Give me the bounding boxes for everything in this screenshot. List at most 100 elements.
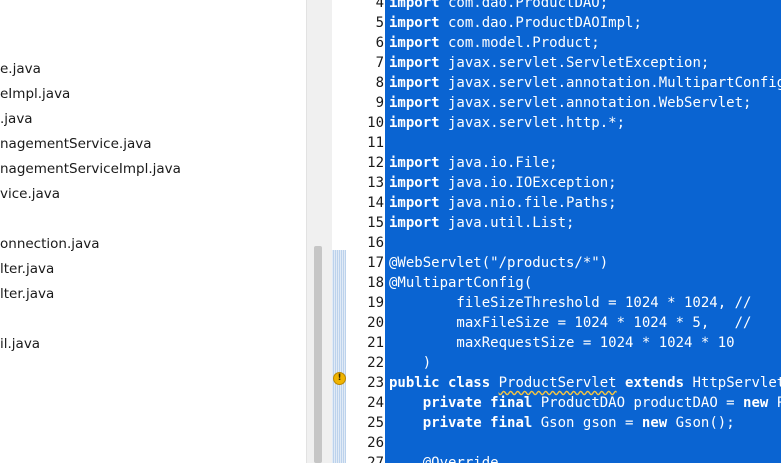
tree-item[interactable]: e.java — [0, 58, 41, 80]
tree-item[interactable]: .java — [0, 108, 33, 130]
code-text: com.dao.ProductDAOImpl; — [439, 15, 642, 31]
line-number: 11 — [367, 135, 384, 151]
code-line: private final ProductDAO productDAO = ne… — [389, 393, 781, 413]
keyword: new — [743, 395, 769, 411]
keyword: import — [389, 15, 440, 31]
scrollbar-thumb[interactable] — [314, 246, 322, 463]
line-number: 10 — [367, 115, 384, 131]
keyword: private — [422, 415, 482, 431]
code-text: Gson gson = — [532, 415, 642, 431]
code-text: ProductDAO productDAO = — [532, 395, 744, 411]
keyword: import — [389, 75, 440, 91]
code-text: javax.servlet.http.*; — [439, 115, 626, 131]
code-line: maxFileSize = 1024 * 1024 * 5, // — [389, 315, 752, 331]
code-text: HttpServlet { — [692, 375, 781, 391]
code-text: com.dao.ProductDAO; — [439, 0, 609, 11]
code-text: java.util.List; — [439, 215, 575, 231]
keyword: import — [389, 55, 440, 71]
code-text: javax.servlet.annotation.WebServlet; — [439, 95, 752, 111]
code-line: import com.dao.ProductDAO; — [389, 0, 608, 13]
code-text: javax.servlet.ServletException; — [439, 55, 710, 71]
code-editor[interactable]: ! 4 5 6 7 8 9 10 11 12 13 14 15 16 17 18… — [332, 0, 781, 463]
code-line: import java.io.File; — [389, 153, 558, 173]
code-line: @MultipartConfig( — [389, 275, 533, 291]
code-line: import com.model.Product; — [389, 33, 600, 53]
keyword: extends — [616, 375, 685, 391]
code-line: maxRequestSize = 1024 * 1024 * 10 — [389, 335, 735, 351]
code-text: com.model.Product; — [439, 35, 600, 51]
line-number: 23 — [367, 375, 384, 391]
code-text: java.nio.file.Paths; — [439, 195, 617, 211]
tree-item[interactable]: vice.java — [0, 183, 60, 205]
warning-icon[interactable]: ! — [333, 372, 346, 385]
line-number: 5 — [375, 15, 384, 31]
line-number: 21 — [367, 335, 384, 351]
tree-item[interactable]: nagementServiceImpl.java — [0, 158, 181, 180]
code-line: import java.nio.file.Paths; — [389, 193, 617, 213]
explorer-scrollbar[interactable] — [306, 0, 332, 463]
tree-item[interactable]: lter.java — [0, 283, 54, 305]
line-number: 9 — [375, 95, 384, 111]
line-number-gutter: 4 5 6 7 8 9 10 11 12 13 14 15 16 17 18 1… — [346, 0, 385, 463]
code-text: java.io.File; — [439, 155, 558, 171]
line-number: 8 — [375, 75, 384, 91]
keyword: import — [389, 215, 440, 231]
keyword: final — [481, 415, 533, 431]
line-number: 20 — [367, 315, 384, 331]
line-number: 4 — [375, 0, 384, 11]
keyword: private — [422, 395, 482, 411]
line-number: 14 — [367, 195, 384, 211]
code-line: import java.util.List; — [389, 213, 574, 233]
tree-item[interactable]: eImpl.java — [0, 83, 70, 105]
code-line: @Override — [389, 455, 499, 463]
code-line: public class ProductServlet extends Http… — [389, 373, 781, 393]
code-line: import javax.servlet.http.*; — [389, 113, 625, 133]
keyword: import — [389, 0, 440, 11]
line-number: 6 — [375, 35, 384, 51]
code-line: import com.dao.ProductDAOImpl; — [389, 13, 642, 33]
line-number: 27 — [367, 455, 384, 463]
annotation-ruler: ! — [332, 0, 346, 463]
line-number: 17 — [367, 255, 384, 271]
change-marker-bar — [332, 250, 346, 463]
class-name: ProductServlet — [498, 375, 617, 391]
code-line: import java.io.IOException; — [389, 173, 617, 193]
code-line: ) — [389, 355, 432, 371]
line-number: 24 — [367, 395, 384, 411]
keyword: class — [439, 375, 499, 391]
code-text: javax.servlet.annotation.MultipartConfig… — [439, 75, 781, 91]
tree-item[interactable]: nagementService.java — [0, 133, 151, 155]
line-number: 19 — [367, 295, 384, 311]
line-number: 12 — [367, 155, 384, 171]
keyword: import — [389, 195, 440, 211]
line-number: 22 — [367, 355, 384, 371]
keyword: import — [389, 95, 440, 111]
tree-item[interactable]: onnection.java — [0, 233, 100, 255]
code-text: ProductDAOImpl(); — [776, 395, 781, 411]
keyword: public — [389, 375, 440, 391]
code-text: java.io.IOException; — [439, 175, 617, 191]
line-number: 7 — [375, 55, 384, 71]
keyword: import — [389, 115, 440, 131]
tree-item[interactable]: lter.java — [0, 258, 54, 280]
line-number: 15 — [367, 215, 384, 231]
keyword: final — [481, 395, 533, 411]
code-line: fileSizeThreshold = 1024 * 1024, // — [389, 295, 752, 311]
line-number: 13 — [367, 175, 384, 191]
keyword: import — [389, 175, 440, 191]
keyword: new — [641, 415, 668, 431]
project-explorer: e.java eImpl.java .java nagementService.… — [0, 0, 306, 463]
line-number: 25 — [367, 415, 384, 431]
code-line: import javax.servlet.ServletException; — [389, 53, 709, 73]
line-number: 26 — [367, 435, 384, 451]
keyword: import — [389, 35, 440, 51]
code-line: @WebServlet("/products/*") — [389, 255, 609, 271]
code-line: import javax.servlet.annotation.WebServl… — [389, 93, 751, 113]
tree-item[interactable]: il.java — [0, 333, 40, 355]
keyword: import — [389, 155, 440, 171]
code-line: private final Gson gson = new Gson(); — [389, 413, 735, 433]
code-line: import javax.servlet.annotation.Multipar… — [389, 73, 781, 93]
code-text: Gson(); — [667, 415, 735, 431]
